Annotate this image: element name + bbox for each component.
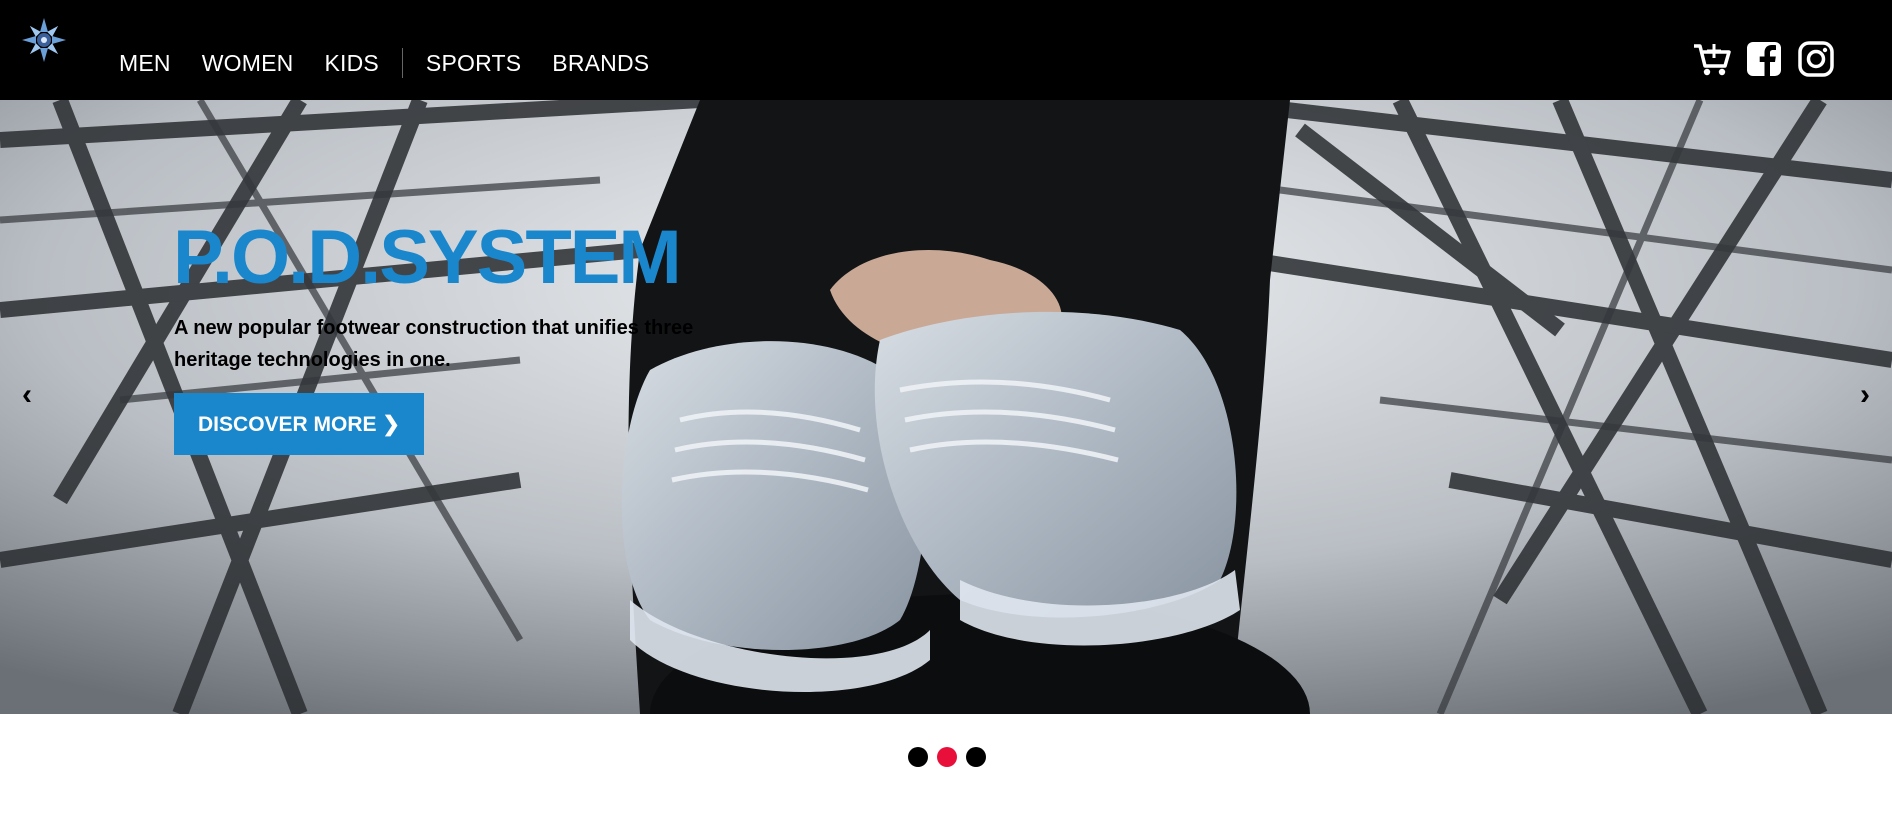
nav-link-sports[interactable]: SPORTS [426,50,521,77]
hero-description: A new popular footwear construction that… [174,317,694,371]
instagram-icon[interactable] [1796,40,1836,78]
facebook-icon[interactable] [1744,40,1784,78]
carousel-dot-1[interactable] [908,747,928,767]
main-nav: MEN WOMEN KIDS SPORTS BRANDS [119,47,680,79]
header-actions [1692,40,1836,78]
hero-title: P.O.D.SYSTEM [173,215,682,300]
carousel-prev-button[interactable]: ‹ [12,370,42,420]
nav-divider [401,48,403,78]
carousel-pagination [908,747,986,767]
top-navigation-bar: MEN WOMEN KIDS SPORTS BRANDS [0,0,1892,100]
hero-slide: P.O.D.SYSTEM A new popular footwear cons… [0,100,1892,714]
nav-link-men[interactable]: MEN [119,50,171,77]
snowflake-logo-icon[interactable] [20,16,68,64]
carousel-dot-3[interactable] [966,747,986,767]
nav-link-brands[interactable]: BRANDS [552,50,649,77]
discover-more-button[interactable]: DISCOVER MORE ❯ [174,393,424,455]
nav-link-women[interactable]: WOMEN [202,50,294,77]
carousel-next-button[interactable]: › [1850,370,1880,420]
nav-link-kids[interactable]: KIDS [324,50,378,77]
carousel-dot-2[interactable] [937,747,957,767]
cart-plus-icon[interactable] [1692,40,1732,78]
